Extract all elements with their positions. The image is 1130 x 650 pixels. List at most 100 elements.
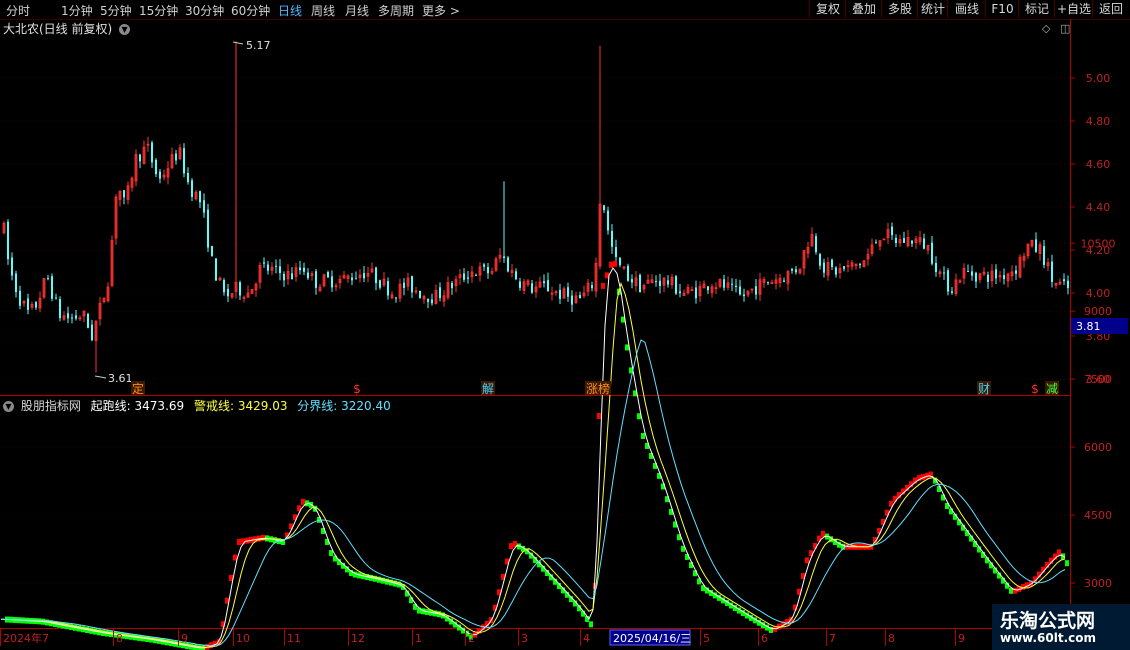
event-marker: $ xyxy=(1031,382,1039,396)
indicator-step-block xyxy=(597,412,601,419)
indicator-step-block xyxy=(949,508,953,515)
candle-body xyxy=(87,313,89,328)
candle-body xyxy=(571,295,573,305)
indicator-step-block xyxy=(1057,549,1061,556)
indicator-dropdown-icon[interactable]: ▼ xyxy=(3,401,14,412)
indicator-tick-label: 6000 xyxy=(1084,441,1112,454)
candle-body xyxy=(503,256,505,258)
candle-body xyxy=(7,221,9,260)
date-label: 12 xyxy=(351,632,365,645)
candle-body xyxy=(411,276,413,293)
candle-body xyxy=(463,273,465,280)
indicator-tick-label: 3000 xyxy=(1084,577,1112,590)
candle-body xyxy=(155,159,157,175)
date-label: 6 xyxy=(761,632,768,645)
candle-body xyxy=(379,280,381,288)
candle-body xyxy=(735,285,737,288)
candle-body xyxy=(487,267,489,274)
indicator-step-block xyxy=(409,597,413,604)
candle-body xyxy=(655,281,657,283)
indicator-step-block xyxy=(625,344,629,351)
candle-body xyxy=(203,200,205,213)
candle-body xyxy=(731,283,733,285)
candle-body xyxy=(395,297,397,299)
indicator-line-cyan xyxy=(0,339,1066,647)
chart-canvas: 5.173.61 5.004.804.604.404.204.003.803.6… xyxy=(0,19,1128,650)
candle-body xyxy=(619,257,621,266)
indicator-line-yellow xyxy=(0,281,1066,648)
candle-body xyxy=(15,273,17,293)
candle-body xyxy=(267,264,269,271)
candle-body xyxy=(895,237,897,243)
candle-body xyxy=(579,295,581,299)
candle-body xyxy=(723,279,725,288)
candle-body xyxy=(547,280,549,292)
candle-body xyxy=(519,281,521,288)
candle-body xyxy=(363,273,365,279)
candle-body xyxy=(843,266,845,269)
indicator-legend: ▼ 股朋指标网 起跑线: 3473.69 警戒线: 3429.03 分界线: 3… xyxy=(0,398,391,414)
event-marker: 财 xyxy=(978,382,990,396)
candle-body xyxy=(331,276,333,288)
candle-body xyxy=(199,191,201,203)
candle-body xyxy=(451,282,453,289)
candle-body xyxy=(859,264,861,266)
candle-body xyxy=(603,205,605,211)
candle-body xyxy=(675,276,677,294)
watermark-url: www.60lt.com xyxy=(1000,631,1097,645)
candle-body xyxy=(1067,280,1069,289)
indicator-tick-label: 4500 xyxy=(1084,509,1112,522)
date-label: 11 xyxy=(287,632,301,645)
candle-body xyxy=(903,238,905,243)
candle-body xyxy=(223,279,225,293)
candle-body xyxy=(931,242,933,264)
candle-body xyxy=(123,190,125,198)
candle-body xyxy=(355,278,357,280)
candle-body xyxy=(739,286,741,295)
date-label: 2 xyxy=(468,632,475,645)
candle-body xyxy=(1043,246,1045,265)
last-price-value: 3.81 xyxy=(1076,320,1101,333)
indicator-step-block xyxy=(601,282,605,289)
candle-body xyxy=(279,266,281,274)
event-marker: 解 xyxy=(482,382,494,396)
candle-body xyxy=(315,271,317,288)
candle-body xyxy=(995,269,997,279)
candle-body xyxy=(191,180,193,197)
candle-body xyxy=(591,285,593,289)
date-label: 2024年7 xyxy=(3,631,49,645)
candle-body xyxy=(175,153,177,161)
indicator-step-block xyxy=(1013,587,1017,594)
event-marker: $ xyxy=(353,382,361,396)
candle-body xyxy=(875,242,877,244)
candle-body xyxy=(475,274,477,276)
candle-body xyxy=(639,274,641,293)
price-tick-label: 4.40 xyxy=(1086,201,1111,214)
candle-body xyxy=(507,257,509,272)
candle-body xyxy=(307,272,309,279)
candle-body xyxy=(607,210,609,231)
candle-body xyxy=(483,264,485,267)
indicator-tick-label: 10500 xyxy=(1081,237,1116,250)
candle-body xyxy=(187,172,189,182)
indicator-line-white xyxy=(0,267,1066,649)
candle-body xyxy=(679,291,681,294)
candle-body xyxy=(891,226,893,236)
candle-body xyxy=(47,278,49,280)
candle-body xyxy=(427,298,429,302)
candle-body xyxy=(351,277,353,281)
candle-body xyxy=(819,254,821,266)
candle-body xyxy=(67,313,69,319)
candle-body xyxy=(1003,275,1005,280)
candle-body xyxy=(767,282,769,284)
candle-body xyxy=(375,267,377,284)
event-markers: 定 $ 解 涨榜 财 $ 减 xyxy=(131,381,1059,396)
candle-body xyxy=(1051,261,1053,282)
candle-body xyxy=(419,291,421,299)
candle-body xyxy=(35,302,37,308)
date-label: 8 xyxy=(888,632,895,645)
date-label: 7 xyxy=(829,632,836,645)
indicator-line3-value: 分界线: 3220.40 xyxy=(297,399,391,413)
candle-body xyxy=(215,258,217,281)
candle-body xyxy=(1063,279,1065,282)
